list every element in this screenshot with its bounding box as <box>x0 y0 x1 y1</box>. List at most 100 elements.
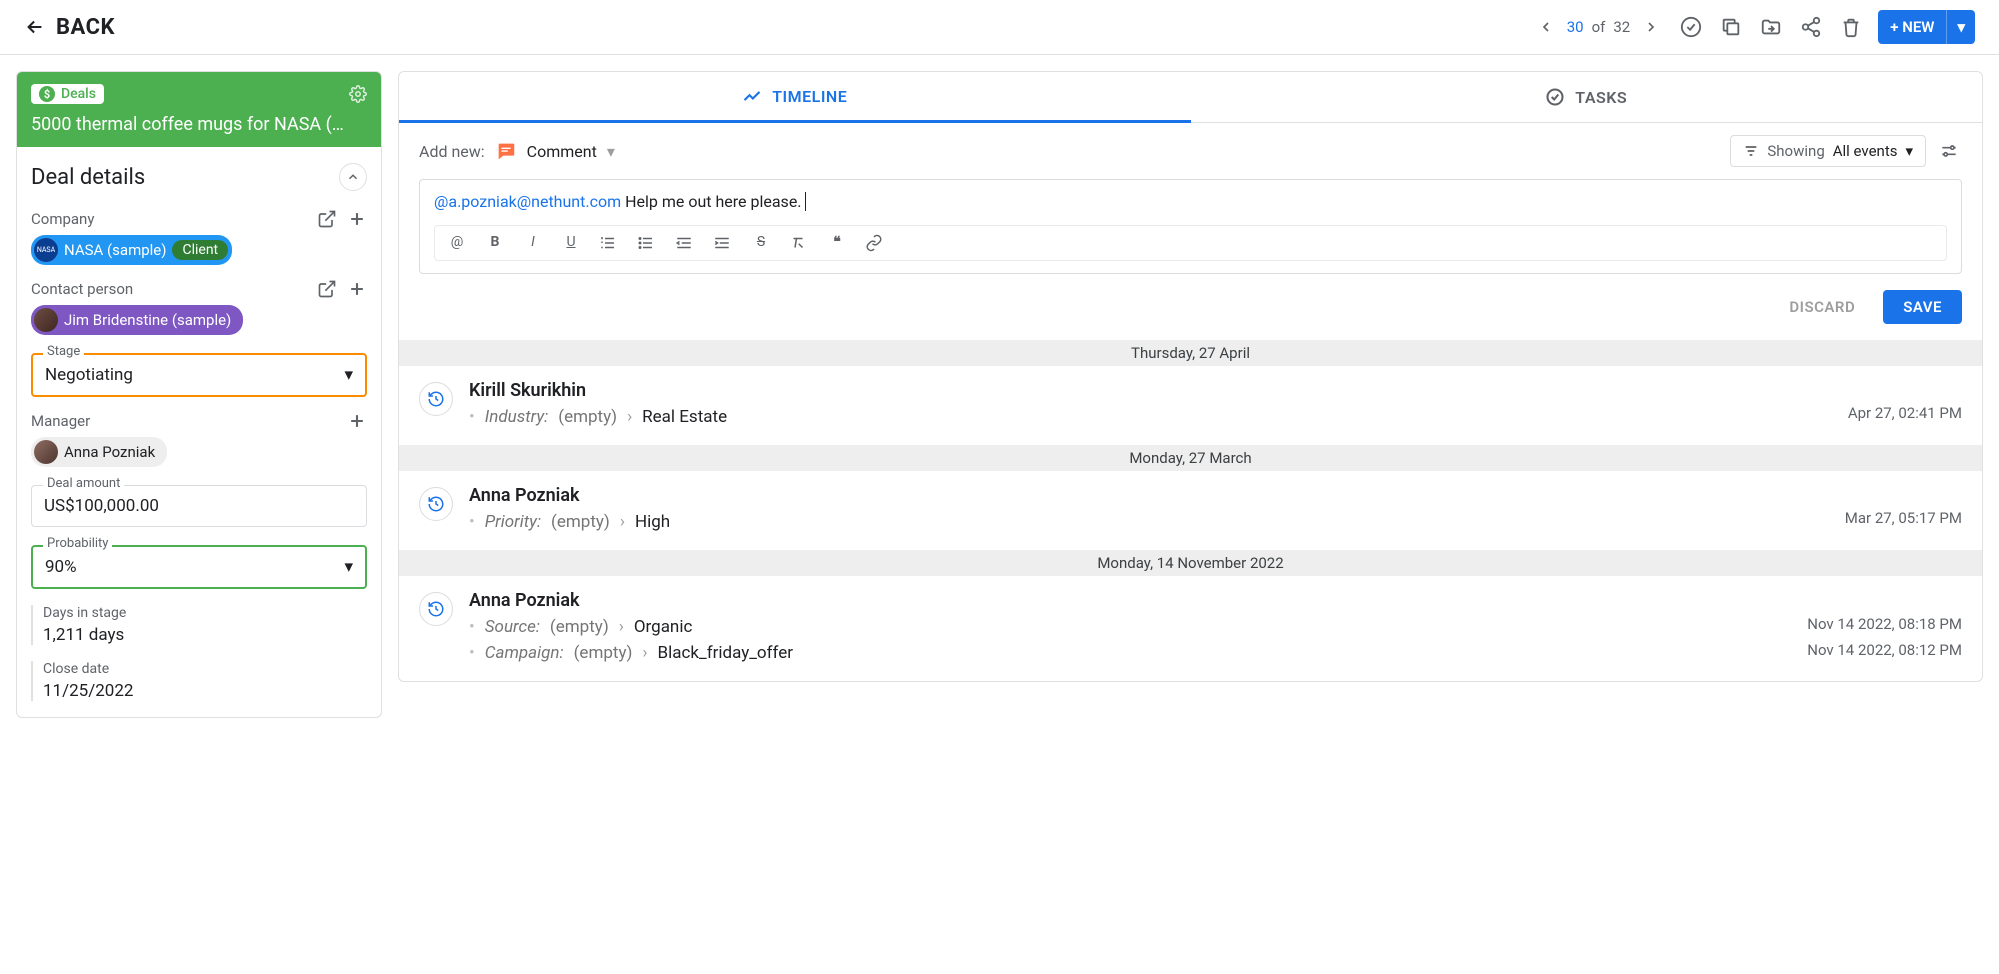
stage-label: Stage <box>43 344 84 359</box>
pager-of: of <box>1592 18 1606 36</box>
indent-icon[interactable] <box>713 234 733 252</box>
bullet-icon: • <box>469 512 475 532</box>
event-from: (empty) <box>574 643 633 663</box>
company-tag: Client <box>172 240 228 260</box>
back-button[interactable]: BACK <box>24 15 115 40</box>
probability-field[interactable]: Probability 90% ▾ <box>31 545 367 589</box>
caret-down-icon[interactable]: ▾ <box>607 142 615 161</box>
collapse-button[interactable] <box>339 163 367 191</box>
contact-chip[interactable]: Jim Bridenstine (sample) <box>31 305 243 335</box>
comment-body: Help me out here please. <box>621 192 801 211</box>
event-to: Real Estate <box>642 407 727 427</box>
date-separator: Monday, 27 March <box>399 445 1982 471</box>
company-chip[interactable]: NASA NASA (sample) Client <box>31 235 232 265</box>
section-title: Deal details <box>31 165 145 190</box>
link-icon[interactable] <box>865 234 885 252</box>
mention: @a.pozniak@nethunt.com <box>434 192 621 211</box>
caret-down-icon: ▾ <box>344 365 353 385</box>
settings-sliders-icon[interactable] <box>1936 138 1962 164</box>
add-comment-label[interactable]: Comment <box>527 142 597 161</box>
tab-tasks-label: TASKS <box>1575 88 1627 107</box>
contact-avatar <box>34 308 58 332</box>
event-field: Industry: <box>485 407 549 427</box>
outdent-icon[interactable] <box>675 234 695 252</box>
history-icon <box>419 487 453 521</box>
copy-icon[interactable] <box>1718 14 1744 40</box>
italic-icon[interactable]: I <box>523 234 543 252</box>
timeline-event: Anna Pozniak • Priority: (empty) › High … <box>399 471 1982 550</box>
tasks-icon <box>1545 87 1565 107</box>
history-icon <box>419 592 453 626</box>
bold-icon[interactable]: B <box>485 234 505 252</box>
amount-field[interactable]: Deal amount US$100,000.00 <box>31 485 367 527</box>
amount-label: Deal amount <box>43 476 124 491</box>
quote-icon[interactable]: ❝ <box>827 234 847 252</box>
pager-total: 32 <box>1613 18 1630 36</box>
caret-down-icon: ▾ <box>344 557 353 577</box>
plus-icon[interactable] <box>347 411 367 431</box>
external-link-icon[interactable] <box>317 279 337 299</box>
comment-input[interactable]: @a.pozniak@nethunt.com Help me out here … <box>434 192 1947 211</box>
editor-toolbar: @ B I U S ❝ <box>434 225 1947 261</box>
deal-title: 5000 thermal coffee mugs for NASA (… <box>31 114 367 135</box>
timeline-event: Kirill Skurikhin • Industry: (empty) › R… <box>399 366 1982 445</box>
clear-format-icon[interactable] <box>789 234 809 252</box>
pager-current: 30 <box>1567 18 1584 36</box>
amount-value: US$100,000.00 <box>44 496 159 516</box>
showing-filter[interactable]: Showing All events ▾ <box>1730 135 1926 167</box>
close-label: Close date <box>43 661 367 677</box>
event-from: (empty) <box>551 512 610 532</box>
unordered-list-icon[interactable] <box>637 234 657 252</box>
pager-prev[interactable] <box>1533 14 1559 40</box>
company-label: Company <box>31 210 94 228</box>
ordered-list-icon[interactable] <box>599 234 619 252</box>
comment-editor[interactable]: @a.pozniak@nethunt.com Help me out here … <box>419 179 1962 274</box>
days-label: Days in stage <box>43 605 367 621</box>
stage-field[interactable]: Stage Negotiating ▾ <box>31 353 367 397</box>
contact-name: Jim Bridenstine (sample) <box>64 311 231 329</box>
timeline-event: Anna Pozniak • Source: (empty) › Organic… <box>399 576 1982 681</box>
arrow-right-icon: › <box>642 643 647 663</box>
arrow-left-icon <box>24 16 46 38</box>
company-avatar: NASA <box>34 238 58 262</box>
back-label: BACK <box>56 15 115 40</box>
event-to: Organic <box>634 617 693 637</box>
plus-icon[interactable] <box>347 279 367 299</box>
event-user: Anna Pozniak <box>469 590 1962 611</box>
check-circle-icon[interactable] <box>1678 14 1704 40</box>
folder-move-icon[interactable] <box>1758 14 1784 40</box>
manager-avatar <box>34 440 58 464</box>
manager-chip[interactable]: Anna Pozniak <box>31 437 167 467</box>
strikethrough-icon[interactable]: S <box>751 234 771 252</box>
event-field: Campaign: <box>485 643 564 663</box>
arrow-right-icon: › <box>619 617 624 637</box>
external-link-icon[interactable] <box>317 209 337 229</box>
arrow-right-icon: › <box>620 512 625 532</box>
deal-sidebar: $ Deals 5000 thermal coffee mugs for NAS… <box>16 71 382 718</box>
share-icon[interactable] <box>1798 14 1824 40</box>
gear-icon[interactable] <box>349 85 367 103</box>
new-button-caret[interactable]: ▾ <box>1947 10 1975 44</box>
event-timestamp: Nov 14 2022, 08:12 PM <box>1807 641 1962 659</box>
underline-icon[interactable]: U <box>561 234 581 252</box>
pager-next[interactable] <box>1638 14 1664 40</box>
content-panel: TIMELINE TASKS Add new: Comment ▾ Showin… <box>398 71 1983 682</box>
tab-tasks[interactable]: TASKS <box>1191 72 1983 122</box>
bullet-icon: • <box>469 407 475 427</box>
new-button[interactable]: + NEW ▾ <box>1878 10 1975 44</box>
deals-badge-label: Deals <box>61 86 96 102</box>
showing-prefix: Showing <box>1767 142 1824 160</box>
at-icon[interactable]: @ <box>447 234 467 252</box>
timeline-icon <box>742 86 762 106</box>
tab-timeline[interactable]: TIMELINE <box>399 72 1191 123</box>
deals-badge[interactable]: $ Deals <box>31 84 104 104</box>
save-button[interactable]: SAVE <box>1883 290 1962 324</box>
event-user: Kirill Skurikhin <box>469 380 1832 401</box>
event-to: Black_friday_offer <box>658 643 793 663</box>
date-separator: Monday, 14 November 2022 <box>399 550 1982 576</box>
discard-button[interactable]: DISCARD <box>1777 290 1867 324</box>
event-timestamp: Nov 14 2022, 08:18 PM <box>1807 615 1962 633</box>
trash-icon[interactable] <box>1838 14 1864 40</box>
plus-icon[interactable] <box>347 209 367 229</box>
days-value: 1,211 days <box>43 625 367 645</box>
